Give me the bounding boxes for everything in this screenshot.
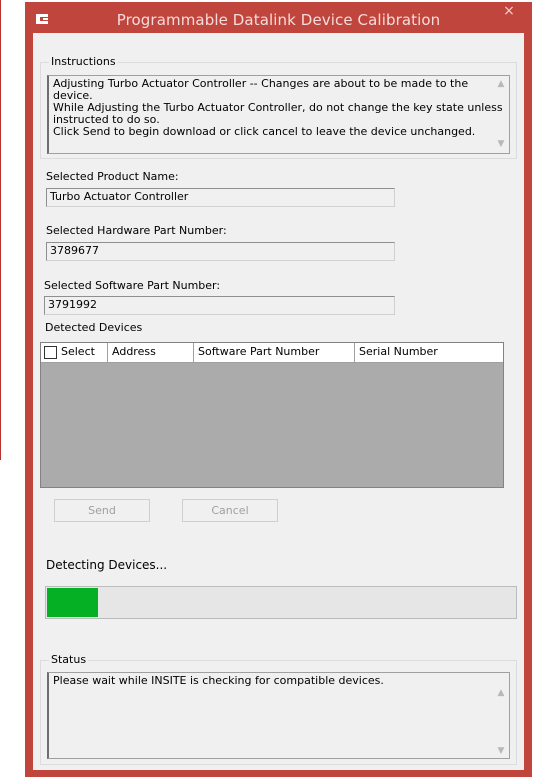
column-software-part-number[interactable]: Software Part Number xyxy=(194,343,355,362)
hardware-part-field[interactable]: 3789677 xyxy=(46,242,395,261)
detected-devices-legend: Detected Devices xyxy=(43,321,145,334)
cancel-button[interactable]: Cancel xyxy=(182,499,278,522)
status-legend: Status xyxy=(49,653,89,666)
column-select-label: Select xyxy=(61,345,95,358)
instructions-legend: Instructions xyxy=(49,55,118,68)
instructions-line: Adjusting Turbo Actuator Controller -- C… xyxy=(53,77,469,102)
devices-grid[interactable]: Select Address Software Part Number Seri… xyxy=(40,342,504,488)
software-part-field[interactable]: 3791992 xyxy=(44,296,395,315)
close-button[interactable]: × xyxy=(486,2,532,23)
progress-fill xyxy=(47,588,98,617)
product-name-field[interactable]: Turbo Actuator Controller xyxy=(46,188,395,207)
status-textbox[interactable]: Please wait while INSITE is checking for… xyxy=(47,672,510,759)
hardware-part-label: Selected Hardware Part Number: xyxy=(46,224,227,237)
window-title: Programmable Datalink Device Calibration xyxy=(116,11,441,29)
status-text: Please wait while INSITE is checking for… xyxy=(53,674,384,687)
software-part-label: Selected Software Part Number: xyxy=(44,279,221,292)
calibration-dialog: Programmable Datalink Device Calibration… xyxy=(25,2,532,777)
devices-grid-header: Select Address Software Part Number Seri… xyxy=(41,343,503,363)
progress-label: Detecting Devices... xyxy=(46,558,168,572)
column-select[interactable]: Select xyxy=(41,343,108,362)
instructions-line: Click Send to begin download or click ca… xyxy=(53,125,476,138)
scroll-up-icon[interactable]: ▲ xyxy=(495,687,507,699)
column-address[interactable]: Address xyxy=(108,343,194,362)
detection-progress-bar xyxy=(45,586,517,619)
instructions-textbox[interactable]: Adjusting Turbo Actuator Controller -- C… xyxy=(47,75,510,154)
product-name-label: Selected Product Name: xyxy=(46,170,179,183)
select-all-checkbox[interactable] xyxy=(44,346,57,359)
scroll-down-icon[interactable]: ▼ xyxy=(495,138,507,150)
instructions-group: Instructions Adjusting Turbo Actuator Co… xyxy=(40,55,517,159)
column-serial-number[interactable]: Serial Number xyxy=(355,343,503,362)
scroll-up-icon[interactable]: ▲ xyxy=(495,78,507,90)
scroll-down-icon[interactable]: ▼ xyxy=(495,745,507,757)
send-button[interactable]: Send xyxy=(54,499,150,522)
dialog-body: Instructions Adjusting Turbo Actuator Co… xyxy=(33,33,524,770)
background-window-edge xyxy=(0,0,1,460)
status-group: Status Please wait while INSITE is check… xyxy=(40,653,517,765)
